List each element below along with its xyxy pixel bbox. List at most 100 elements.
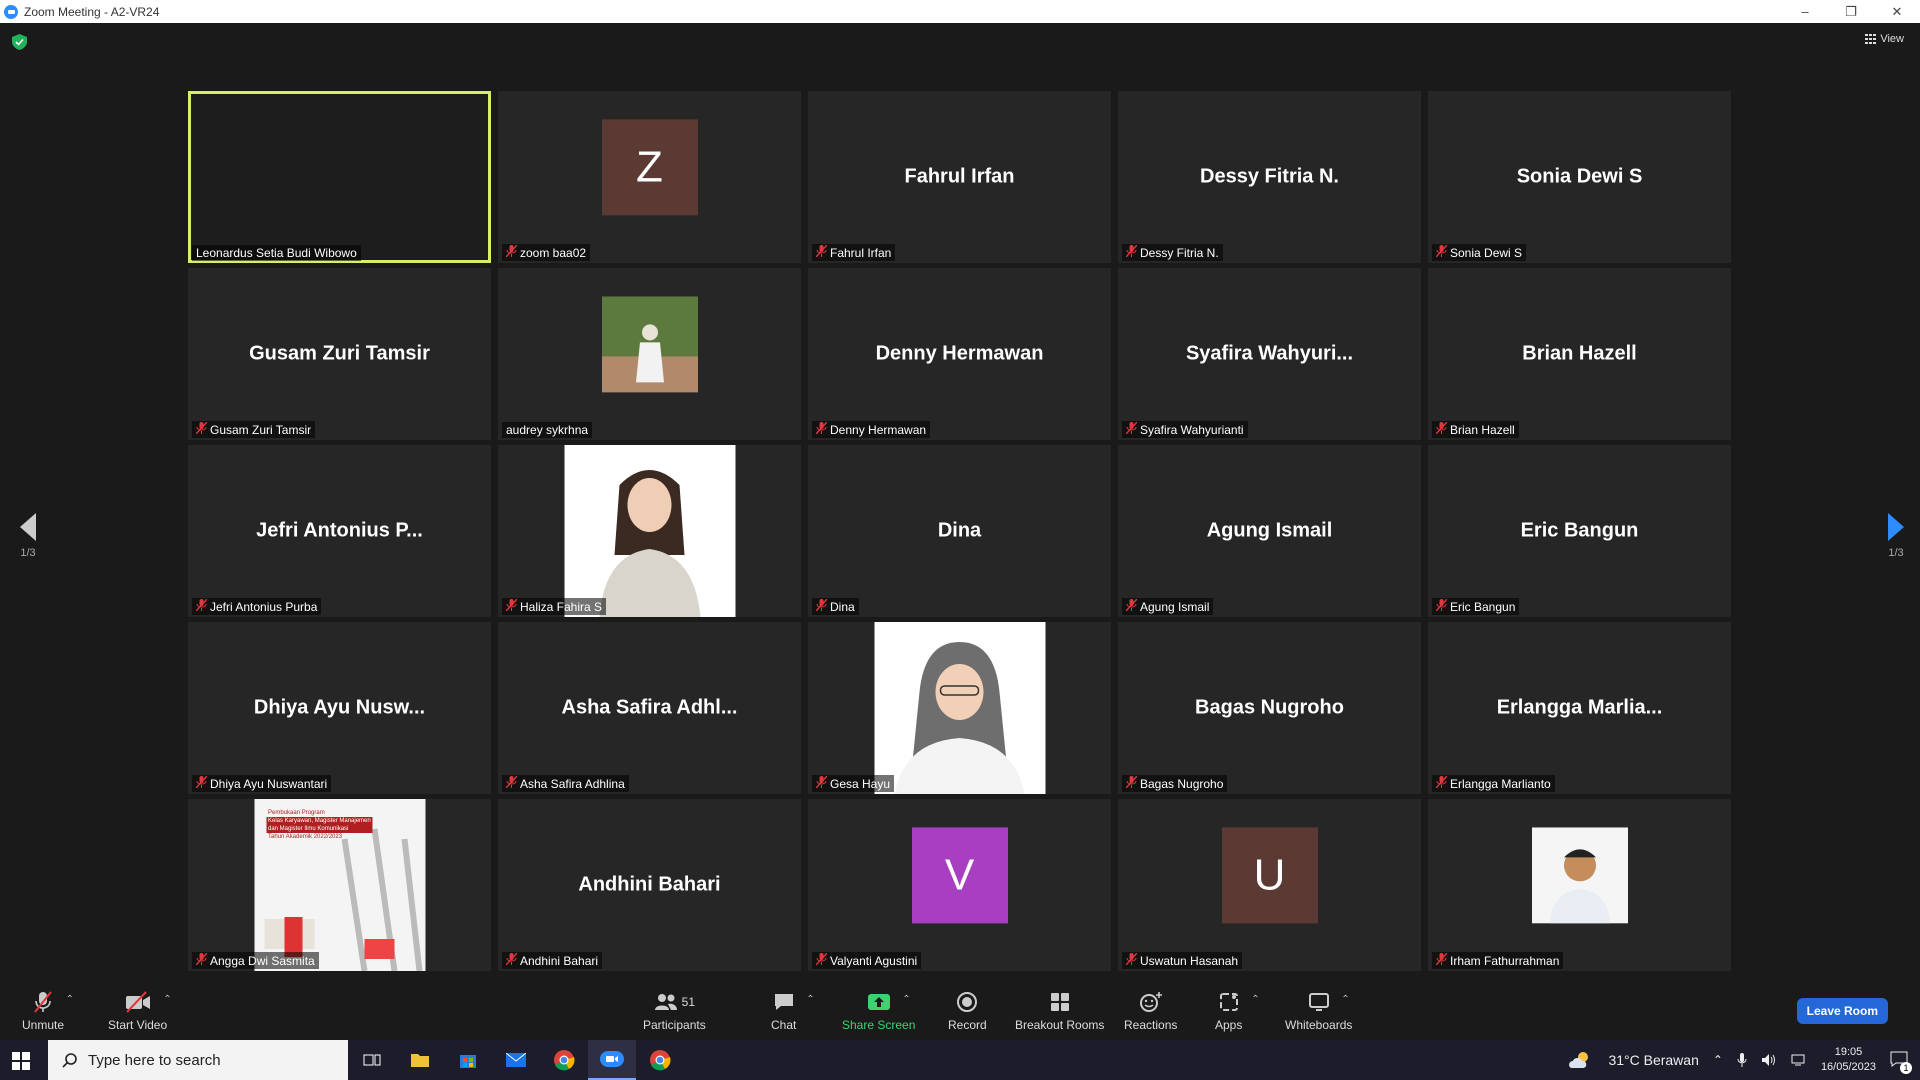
participant-tile[interactable]: Eric Bangun Eric Bangun [1428, 445, 1731, 617]
audio-options-caret-icon[interactable]: ⌃ [66, 994, 74, 1005]
minimize-button[interactable]: – [1782, 4, 1828, 20]
participant-display-name: Dessy Fitria N. [1200, 165, 1339, 188]
participant-name: Jefri Antonius Purba [210, 599, 318, 614]
apps-button[interactable]: ⌃ Apps [1215, 990, 1260, 1032]
share-options-caret-icon[interactable]: ⌃ [902, 994, 910, 1005]
notification-center-icon[interactable]: 1 [1890, 1051, 1912, 1074]
participant-name-label: Sonia Dewi S [1432, 244, 1527, 261]
participant-tile[interactable]: Andhini Bahari Andhini Bahari [498, 799, 801, 971]
muted-mic-icon [1125, 598, 1138, 614]
participant-display-name: Sonia Dewi S [1516, 165, 1643, 188]
participant-tile[interactable]: Sonia Dewi S Sonia Dewi S [1428, 91, 1731, 263]
microphone-tray-icon[interactable] [1737, 1053, 1747, 1067]
file-explorer-icon[interactable] [396, 1040, 444, 1080]
breakout-rooms-button[interactable]: Breakout Rooms [1015, 990, 1104, 1032]
participant-tile[interactable]: Zzoom baa02 [498, 91, 801, 263]
chrome-profile-icon[interactable] [636, 1040, 684, 1080]
participant-tile[interactable]: audrey sykrhna [498, 268, 801, 440]
participant-tile[interactable]: Asha Safira Adhl... Asha Safira Adhlina [498, 622, 801, 794]
muted-mic-icon [815, 598, 828, 614]
volume-icon[interactable] [1761, 1053, 1777, 1067]
participant-tile[interactable]: Irham Fathurrahman [1428, 799, 1731, 971]
chat-button[interactable]: ⌃ Chat [771, 990, 815, 1032]
previous-page-button[interactable]: 1/3 [8, 513, 48, 559]
participant-tile[interactable]: Jefri Antonius P... Jefri Antonius Purba [188, 445, 491, 617]
leave-room-button[interactable]: Leave Room [1796, 998, 1888, 1024]
view-button[interactable]: View [1865, 33, 1904, 45]
start-video-button[interactable]: ⌃ Start Video [108, 990, 172, 1032]
participant-tile[interactable]: Pembukaan Program Kelas Karyawan, Magiste… [188, 799, 491, 971]
window-controls: – ❐ ✕ [1782, 4, 1920, 20]
muted-mic-icon [505, 952, 518, 968]
participant-tile[interactable]: Dhiya Ayu Nusw... Dhiya Ayu Nuswantari [188, 622, 491, 794]
participant-name: Dessy Fitria N. [1140, 245, 1219, 260]
participant-tile[interactable]: Fahrul Irfan Fahrul Irfan [808, 91, 1111, 263]
poster-text-line: Kelas Karyawan, Magister Manajemen [266, 817, 373, 825]
muted-mic-icon [1435, 421, 1448, 437]
muted-mic-icon [815, 244, 828, 260]
chrome-icon[interactable] [540, 1040, 588, 1080]
participant-tile[interactable]: Leonardus Setia Budi Wibowo [188, 91, 491, 263]
next-page-button[interactable]: 1/3 [1876, 513, 1916, 559]
participant-name: Bagas Nugroho [1140, 776, 1224, 791]
unmute-button[interactable]: ⌃ Unmute [22, 990, 74, 1032]
participant-tile[interactable]: Bagas Nugroho Bagas Nugroho [1118, 622, 1421, 794]
whiteboards-options-caret-icon[interactable]: ⌃ [1341, 994, 1349, 1005]
record-label: Record [948, 1018, 987, 1032]
zoom-taskbar-icon[interactable] [588, 1040, 636, 1080]
chat-icon [774, 994, 793, 1010]
whiteboards-button[interactable]: ⌃ Whiteboards [1285, 990, 1352, 1032]
reactions-button[interactable]: Reactions [1124, 990, 1177, 1032]
participant-name-label: Eric Bangun [1432, 598, 1520, 615]
apps-label: Apps [1215, 1018, 1243, 1032]
participant-tile[interactable]: V Valyanti Agustini [808, 799, 1111, 971]
share-screen-button[interactable]: ⌃ Share Screen [842, 990, 915, 1032]
unmute-label: Unmute [22, 1018, 65, 1032]
meeting-toolbar: ⌃ Unmute ⌃ Start Video 51 Participants ⌃… [0, 980, 1920, 1040]
video-options-caret-icon[interactable]: ⌃ [163, 994, 171, 1005]
network-icon[interactable] [1791, 1053, 1807, 1067]
page-indicator-right: 1/3 [1888, 547, 1904, 559]
participant-tile[interactable]: Haliza Fahira S [498, 445, 801, 617]
participant-tile[interactable]: Syafira Wahyuri... Syafira Wahyurianti [1118, 268, 1421, 440]
participant-display-name: Andhini Bahari [578, 873, 721, 896]
taskbar-clock[interactable]: 19:05 16/05/2023 [1821, 1045, 1876, 1075]
participant-tile[interactable]: U Uswatun Hasanah [1118, 799, 1421, 971]
participant-name: Fahrul Irfan [830, 245, 892, 260]
muted-mic-icon [1435, 952, 1448, 968]
task-view-icon[interactable] [348, 1040, 396, 1080]
participant-tile[interactable]: Gesa Hayu [808, 622, 1111, 794]
show-hidden-icons-icon[interactable]: ⌃ [1713, 1053, 1723, 1067]
weather-label[interactable]: 31°C Berawan [1608, 1052, 1698, 1068]
participant-avatar-letter: U [1221, 827, 1318, 924]
mail-icon[interactable] [492, 1040, 540, 1080]
window-titlebar: Zoom Meeting - A2-VR24 – ❐ ✕ [0, 0, 1920, 23]
participant-tile[interactable]: Erlangga Marlia... Erlangga Marlianto [1428, 622, 1731, 794]
participant-name-label: Uswatun Hasanah [1122, 952, 1243, 969]
participant-tile[interactable]: Brian Hazell Brian Hazell [1428, 268, 1731, 440]
participant-tile[interactable]: Gusam Zuri Tamsir Gusam Zuri Tamsir [188, 268, 491, 440]
microsoft-store-icon[interactable] [444, 1040, 492, 1080]
participant-tile[interactable]: Dina Dina [808, 445, 1111, 617]
share-screen-icon [867, 994, 890, 1010]
participant-grid: Leonardus Setia Budi Wibowo Zzoom baa02 Fa… [188, 91, 1731, 971]
muted-mic-icon [195, 421, 208, 437]
participant-name-label: Dessy Fitria N. [1122, 244, 1223, 261]
participant-tile[interactable]: Denny Hermawan Denny Hermawan [808, 268, 1111, 440]
participant-tile[interactable]: Agung Ismail Agung Ismail [1118, 445, 1421, 617]
grid-view-icon [1865, 34, 1877, 44]
participant-tile[interactable]: Dessy Fitria N. Dessy Fitria N. [1118, 91, 1421, 263]
record-button[interactable]: Record [948, 990, 987, 1032]
chat-options-caret-icon[interactable]: ⌃ [806, 994, 814, 1005]
muted-mic-icon [1435, 244, 1448, 260]
apps-options-caret-icon[interactable]: ⌃ [1251, 994, 1259, 1005]
encryption-shield-icon[interactable] [12, 34, 27, 50]
participant-display-name: Dhiya Ayu Nusw... [253, 696, 426, 719]
taskbar-search-box[interactable]: Type here to search [48, 1040, 348, 1080]
participants-button[interactable]: 51 Participants [643, 990, 706, 1032]
participant-poster-image: Pembukaan Program Kelas Karyawan, Magiste… [254, 799, 425, 971]
participant-name: Agung Ismail [1140, 599, 1210, 614]
windows-start-icon[interactable] [12, 1052, 30, 1075]
close-button[interactable]: ✕ [1874, 4, 1920, 20]
restore-button[interactable]: ❐ [1828, 4, 1874, 20]
